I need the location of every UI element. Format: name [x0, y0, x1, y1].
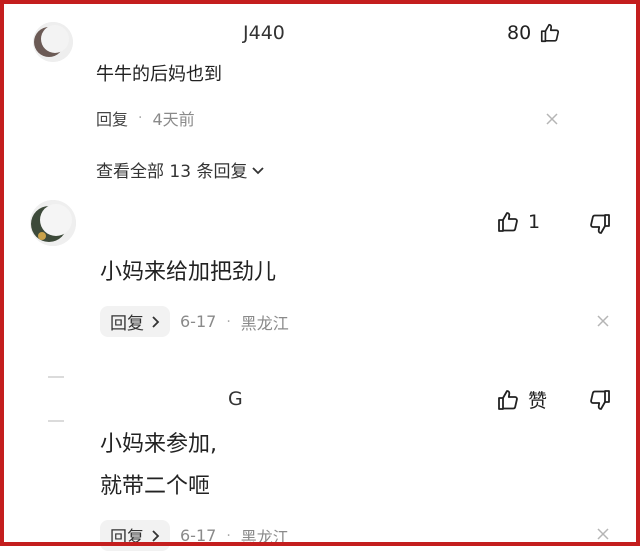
comment-date: 6-17 — [180, 526, 217, 545]
thumb-up-icon[interactable] — [496, 210, 520, 234]
comment-meta: 回复 6-17 · 黑龙江 — [100, 520, 289, 551]
thumb-down-icon[interactable] — [588, 388, 612, 412]
like-count: 1 — [528, 211, 541, 233]
thumb-up-icon[interactable] — [496, 388, 520, 412]
comment-text-line-1: 小妈来参加, — [100, 432, 217, 457]
chevron-right-icon — [150, 315, 160, 329]
thumb-down-icon[interactable] — [588, 212, 612, 236]
reply-label: 回复 — [110, 314, 144, 334]
comment-meta: 回复 6-17 · 黑龙江 — [100, 306, 289, 337]
comment-location: 黑龙江 — [240, 527, 289, 547]
separator: · — [226, 527, 231, 544]
comment-location: 黑龙江 — [240, 313, 289, 333]
close-icon[interactable] — [545, 112, 559, 126]
chevron-right-icon — [150, 529, 160, 543]
close-icon[interactable] — [596, 314, 610, 328]
separator: · — [138, 110, 143, 126]
comment-date: 6-17 — [180, 312, 217, 331]
like-action[interactable]: 赞 — [496, 386, 547, 413]
comment-text: 小妈来给加把劲儿 — [100, 260, 277, 285]
view-all-replies[interactable]: 查看全部 13 条回复 — [96, 157, 265, 182]
chevron-down-icon — [251, 163, 265, 177]
view-all-label: 查看全部 13 条回复 — [96, 162, 248, 182]
comment-text-line-2: 就带二个咂 — [100, 474, 211, 499]
reply-button[interactable]: 回复 — [100, 520, 170, 551]
like-action[interactable]: 80 — [507, 22, 561, 44]
like-label: 赞 — [528, 390, 548, 412]
comment-meta: 回复 · 4天前 — [96, 106, 195, 130]
comment-text: 牛牛的后妈也到 — [96, 64, 222, 85]
avatar[interactable] — [40, 375, 70, 423]
separator: · — [226, 313, 231, 330]
avatar[interactable] — [30, 200, 76, 246]
reply-button[interactable]: 回复 — [96, 106, 128, 130]
like-count: 80 — [507, 22, 532, 44]
comment-username[interactable]: J440 — [243, 22, 285, 44]
reply-button[interactable]: 回复 — [100, 306, 170, 337]
reply-label: 回复 — [110, 528, 144, 548]
comment-username[interactable]: G — [228, 388, 243, 410]
comment-time: 4天前 — [152, 110, 195, 129]
thumb-up-icon[interactable] — [539, 22, 561, 44]
avatar[interactable] — [33, 22, 73, 62]
close-icon[interactable] — [596, 527, 610, 541]
like-action[interactable]: 1 — [496, 210, 540, 234]
